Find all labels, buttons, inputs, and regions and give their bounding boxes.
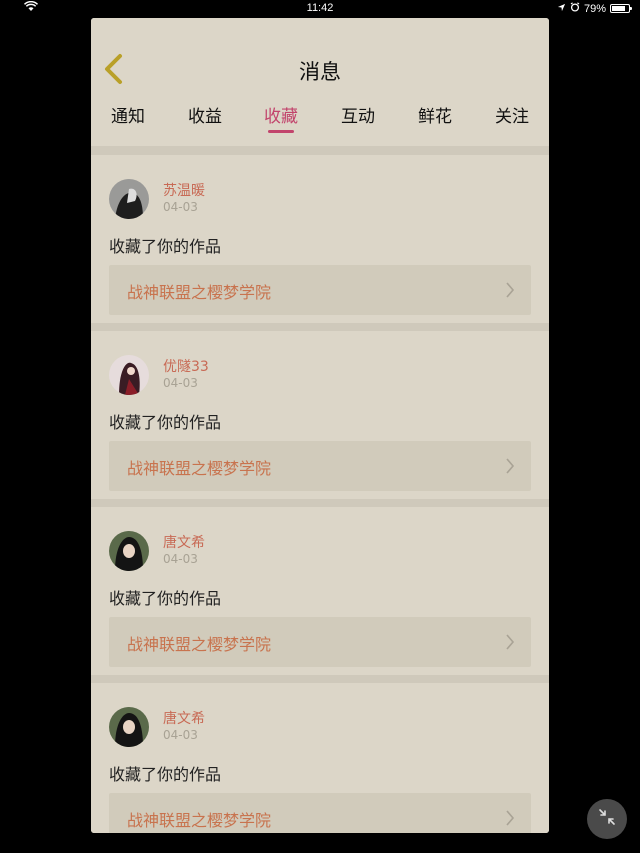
message-item: 优隧33 04-03 收藏了你的作品 战神联盟之樱梦学院: [91, 331, 549, 499]
message-item: 唐文希 04-03 收藏了你的作品 战神联盟之樱梦学院: [91, 507, 549, 675]
message-username[interactable]: 苏温暖: [163, 180, 205, 200]
nav-bar: 消息: [91, 18, 549, 96]
chevron-right-icon: [505, 281, 515, 303]
location-icon: [557, 3, 566, 15]
message-date: 04-03: [163, 376, 198, 390]
work-link[interactable]: 战神联盟之樱梦学院: [109, 793, 531, 833]
chevron-right-icon: [505, 633, 515, 655]
message-username[interactable]: 唐文希: [163, 532, 205, 552]
tab-earnings[interactable]: 收益: [188, 102, 222, 127]
message-action: 收藏了你的作品: [109, 413, 222, 432]
work-link[interactable]: 战神联盟之樱梦学院: [109, 265, 531, 315]
work-title: 战神联盟之樱梦学院: [127, 635, 272, 654]
battery-percent: 79%: [583, 2, 606, 15]
active-tab-indicator: [268, 130, 294, 133]
tab-flowers[interactable]: 鲜花: [418, 102, 452, 127]
chevron-right-icon: [505, 809, 515, 831]
tab-favorites[interactable]: 收藏: [264, 102, 298, 133]
alarm-icon: [570, 2, 580, 15]
page-title: 消息: [299, 60, 341, 84]
battery-icon: [610, 4, 632, 13]
work-title: 战神联盟之樱梦学院: [127, 459, 272, 478]
message-date: 04-03: [163, 200, 198, 214]
minimize-button[interactable]: [587, 799, 627, 839]
tab-interaction[interactable]: 互动: [341, 102, 375, 127]
chevron-right-icon: [505, 457, 515, 479]
message-username[interactable]: 唐文希: [163, 708, 205, 728]
message-action: 收藏了你的作品: [109, 589, 222, 608]
work-link[interactable]: 战神联盟之樱梦学院: [109, 617, 531, 667]
tab-bar: 通知 收益 收藏 互动 鲜花 关注: [91, 96, 549, 147]
message-username[interactable]: 优隧33: [163, 356, 209, 376]
message-date: 04-03: [163, 552, 198, 566]
status-bar: 11:42 79%: [0, 0, 640, 18]
avatar[interactable]: [109, 179, 149, 219]
minimize-icon: [597, 807, 617, 831]
avatar[interactable]: [109, 707, 149, 747]
avatar[interactable]: [109, 355, 149, 395]
divider: [91, 499, 549, 507]
tab-follow[interactable]: 关注: [495, 102, 529, 127]
divider: [91, 323, 549, 331]
message-action: 收藏了你的作品: [109, 237, 222, 256]
avatar[interactable]: [109, 531, 149, 571]
message-action: 收藏了你的作品: [109, 765, 222, 784]
work-link[interactable]: 战神联盟之樱梦学院: [109, 441, 531, 491]
tab-notification[interactable]: 通知: [111, 102, 145, 127]
message-item: 苏温暖 04-03 收藏了你的作品 战神联盟之樱梦学院: [91, 155, 549, 323]
divider: [91, 675, 549, 683]
divider: [91, 147, 549, 155]
status-time: 11:42: [306, 2, 334, 14]
work-title: 战神联盟之樱梦学院: [127, 283, 272, 302]
message-date: 04-03: [163, 728, 198, 742]
tab-favorites-label: 收藏: [264, 107, 298, 127]
message-window: 消息 通知 收益 收藏 互动 鲜花 关注 苏温暖 04-03 收藏了你的作品 战…: [91, 18, 549, 833]
work-title: 战神联盟之樱梦学院: [127, 811, 272, 830]
message-item: 唐文希 04-03 收藏了你的作品 战神联盟之樱梦学院: [91, 683, 549, 833]
